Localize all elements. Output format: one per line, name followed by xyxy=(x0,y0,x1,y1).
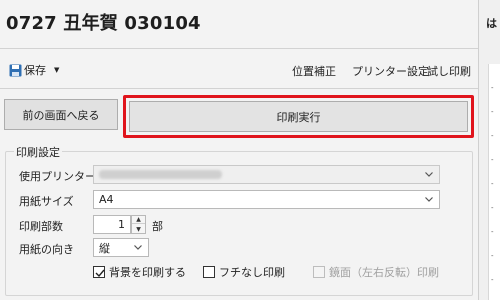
borderless-checkbox[interactable]: フチなし印刷 xyxy=(203,264,285,280)
divider xyxy=(0,88,478,89)
save-label: 保存 xyxy=(24,64,46,77)
copies-label: 印刷部数 xyxy=(19,220,63,233)
borderless-label: フチなし印刷 xyxy=(219,266,285,279)
execute-highlight: 印刷実行 xyxy=(123,95,474,138)
printer-select[interactable] xyxy=(93,165,440,184)
divider xyxy=(0,48,478,49)
orientation-select[interactable]: 縦 xyxy=(93,238,149,257)
printer-settings-button[interactable]: プリンター設定 xyxy=(352,63,429,79)
preview-mark: - xyxy=(491,228,494,236)
preview-sheet: - - - - - - - - - xyxy=(488,64,500,300)
copies-stepper[interactable]: ▲ ▼ xyxy=(131,215,146,234)
preview-mark: - xyxy=(491,204,494,212)
print-settings-title: 印刷設定 xyxy=(14,144,62,160)
page-title: 0727 丑年賀 030104 xyxy=(6,13,201,34)
chevron-down-icon xyxy=(134,243,142,251)
preview-mark: - xyxy=(491,180,494,188)
save-button[interactable]: 保存 ▼ xyxy=(9,62,59,78)
paper-size-value: A4 xyxy=(99,193,114,206)
chevron-down-icon xyxy=(425,170,433,178)
paper-size-label: 用紙サイズ xyxy=(19,195,74,208)
preview-mark: - xyxy=(491,156,494,164)
test-print-button[interactable]: 試し印刷 xyxy=(427,63,471,79)
back-button[interactable]: 前の画面へ戻る xyxy=(4,99,118,130)
printer-label: 使用プリンター xyxy=(19,170,96,183)
position-correction-button[interactable]: 位置補正 xyxy=(292,63,336,79)
chevron-down-icon[interactable]: ▼ xyxy=(54,66,59,74)
print-background-checkbox[interactable]: 背景を印刷する xyxy=(93,264,186,280)
print-background-label: 背景を印刷する xyxy=(109,266,186,279)
printer-name-redacted xyxy=(99,170,222,179)
copies-input[interactable]: 1 xyxy=(93,215,131,234)
preview-mark: - xyxy=(491,276,494,284)
preview-mark: - xyxy=(491,252,494,260)
copies-unit: 部 xyxy=(152,220,163,233)
print-dialog: 0727 丑年賀 030104 保存 ▼ 位置補正 プリンター設定 試し印刷 前… xyxy=(0,0,478,300)
toolbar: 保存 ▼ 位置補正 プリンター設定 試し印刷 xyxy=(0,54,478,84)
mirror-print-checkbox: 鏡面（左右反転）印刷 xyxy=(313,264,439,280)
preview-mark: - xyxy=(491,84,494,92)
chevron-down-icon xyxy=(425,195,433,203)
spin-down-icon[interactable]: ▼ xyxy=(132,225,145,233)
floppy-disk-icon xyxy=(9,64,22,77)
checkbox-unchecked-icon xyxy=(203,266,215,278)
checkbox-unchecked-icon xyxy=(313,266,325,278)
preview-panel: は - - - - - - - - - xyxy=(478,0,500,300)
spin-up-icon[interactable]: ▲ xyxy=(132,216,145,224)
paper-size-select[interactable]: A4 xyxy=(93,190,440,209)
orientation-label: 用紙の向き xyxy=(19,243,74,256)
checkbox-checked-icon xyxy=(93,266,105,278)
preview-mark: - xyxy=(491,108,494,116)
print-execute-button[interactable]: 印刷実行 xyxy=(129,101,468,132)
orientation-value: 縦 xyxy=(99,241,110,255)
preview-title: は xyxy=(486,17,497,30)
preview-mark: - xyxy=(491,132,494,140)
mirror-print-label: 鏡面（左右反転）印刷 xyxy=(329,266,439,279)
